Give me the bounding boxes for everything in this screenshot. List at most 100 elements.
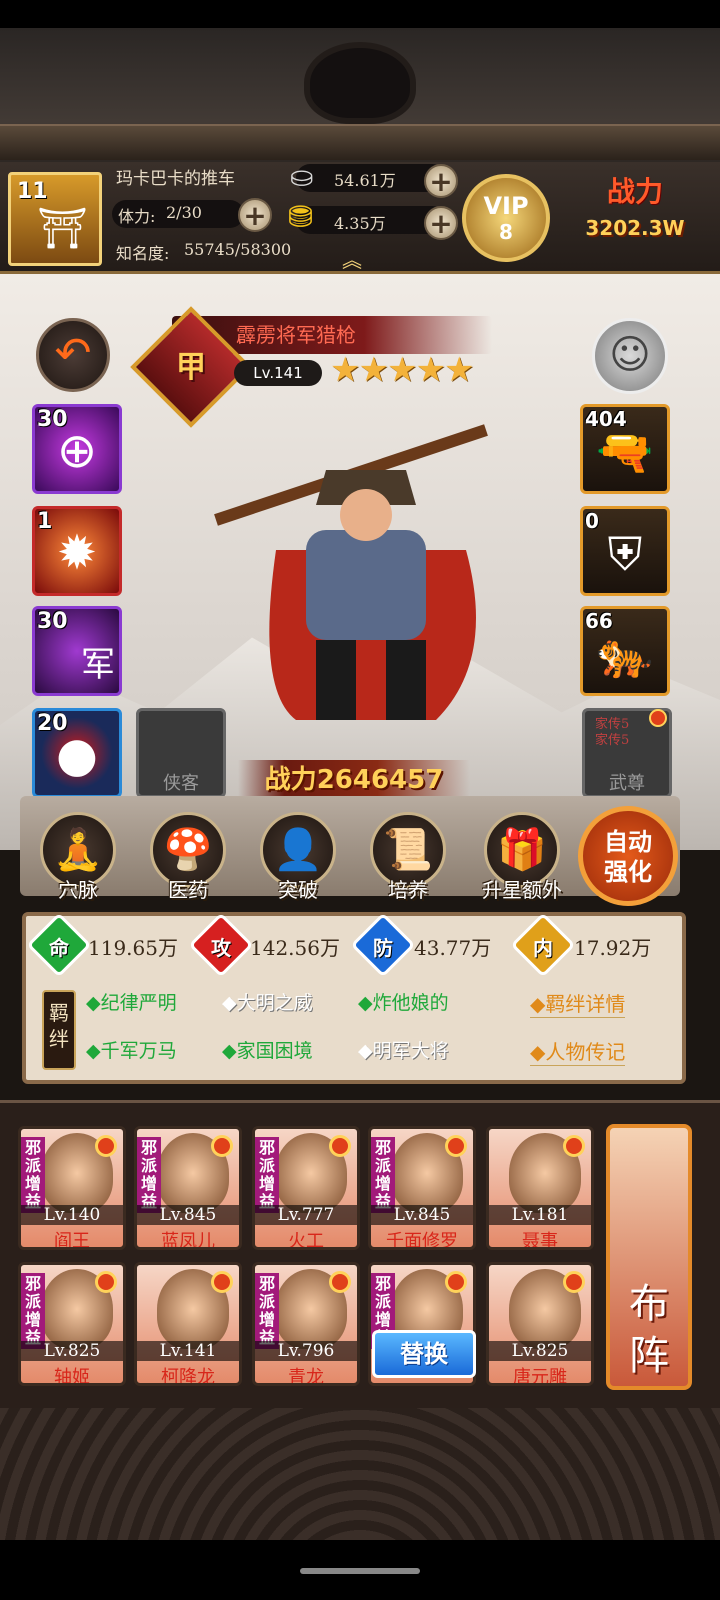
skill-slot-4[interactable]: ● 20: [32, 708, 122, 798]
stat-hp-value: 119.65万: [88, 936, 178, 960]
roster-level: Lv.825: [489, 1341, 591, 1361]
roster-level: Lv.845: [137, 1205, 239, 1225]
equipment-slot-3[interactable]: 🐅 66: [580, 606, 670, 696]
armor-icon: ⛨: [607, 527, 643, 581]
vip-badge[interactable]: VIP 8: [462, 174, 550, 262]
navigation-bar: [0, 1540, 720, 1600]
auto-enhance-line2: 强化: [604, 857, 652, 886]
artifact-hint: 家传5 家传5: [595, 717, 630, 748]
fame-label: 知名度:: [116, 244, 170, 263]
skill-slot-3[interactable]: 军 30: [32, 606, 122, 696]
equipment-slot-2[interactable]: ⛨ 0: [580, 506, 670, 596]
bond-trait: ◆纪律严明: [86, 992, 177, 1014]
star-icon: ★: [330, 350, 361, 390]
roster-name: 唐元雕: [513, 1367, 567, 1386]
equipment-level: 0: [585, 509, 599, 533]
roster-card[interactable]: Lv.181 聂事: [486, 1126, 594, 1250]
hero-rank: 甲: [176, 350, 206, 385]
bond-trait: ◆家国困境: [222, 1040, 313, 1062]
roster-card[interactable]: 邪派增益 Lv.825 轴姬: [18, 1262, 126, 1386]
back-button[interactable]: ↶: [36, 318, 110, 392]
roster-card[interactable]: 邪派增益 Lv.140 阎王: [18, 1126, 126, 1250]
pavilion-icon: ⛩: [37, 206, 88, 252]
roster-name: 火工: [288, 1231, 324, 1250]
add-stamina-button[interactable]: +: [238, 198, 272, 232]
star-icon: ★: [443, 350, 475, 390]
star-icon: ★: [358, 350, 389, 390]
stat-inner-value: 17.92万: [574, 936, 652, 960]
player-name: 玛卡巴卡的推车: [116, 169, 235, 189]
star-up-button[interactable]: 🎁 升星额外: [470, 812, 574, 908]
bond-char-2: 绊: [49, 1027, 69, 1051]
faction-buff-tag: 邪派增益: [137, 1137, 161, 1213]
add-gold-button[interactable]: +: [424, 206, 458, 240]
red-dot-icon: [563, 1271, 585, 1293]
artifact-label: 武尊: [609, 773, 645, 794]
stat-inner-tag: 内: [533, 936, 553, 960]
stat-atk-tag: 攻: [211, 936, 231, 960]
red-dot-icon: [445, 1271, 467, 1293]
faction-buff-tag: 邪派增益: [371, 1137, 395, 1213]
biography-link[interactable]: ◆人物传记: [530, 1036, 626, 1066]
equipment-level: 404: [585, 407, 627, 431]
hero-power-value: 2646457: [316, 765, 444, 795]
roster-level: Lv.140: [21, 1205, 123, 1225]
equipment-slot-1[interactable]: 🔫 404: [580, 404, 670, 494]
expand-chevron-icon[interactable]: ︽: [342, 244, 362, 273]
beast-icon: 🐅: [596, 627, 654, 681]
hero-portrait-button[interactable]: ☺: [592, 318, 668, 394]
roster-name: 阎王: [54, 1231, 90, 1250]
stat-hp-tag: 命: [49, 936, 69, 960]
roster-name: 轴姬: [54, 1367, 90, 1386]
roof-beam: [0, 124, 720, 160]
roster-level: Lv.141: [137, 1341, 239, 1361]
roster-name: 千面修罗: [386, 1231, 458, 1250]
roster-card[interactable]: 邪派增益 Lv.796 青龙: [252, 1262, 360, 1386]
formation-button[interactable]: 布阵: [606, 1124, 692, 1390]
medicine-button[interactable]: 🍄 医药: [140, 812, 236, 908]
gold-ingot-icon: ⛃: [288, 200, 314, 235]
leg-right: [386, 640, 426, 720]
bond-detail-link[interactable]: ◆羁绊详情: [530, 988, 626, 1018]
roster-level: Lv.796: [255, 1341, 357, 1361]
meridian-button[interactable]: 🧘 穴脉: [30, 812, 126, 908]
roster-level: Lv.777: [255, 1205, 357, 1225]
roster-card[interactable]: 邪派增益 Lv.845 蓝凤儿: [134, 1126, 242, 1250]
add-silver-button[interactable]: +: [424, 164, 458, 198]
roster-name: 聂事: [522, 1231, 558, 1250]
roster-name: 蓝凤儿: [161, 1231, 215, 1250]
hero-figure: [214, 424, 488, 720]
skill-slot-2[interactable]: ✹ 1: [32, 506, 122, 596]
auto-enhance-button[interactable]: 自动 强化: [578, 806, 678, 906]
total-power-label: 战力: [606, 175, 663, 208]
bond-trait: ◆大明之威: [222, 992, 313, 1014]
breakthrough-button[interactable]: 👤 突破: [250, 812, 346, 908]
roster-card[interactable]: 邪派增益 Lv.845 千面修罗: [368, 1126, 476, 1250]
auto-enhance-line1: 自动: [604, 827, 652, 856]
star-icon: ★: [386, 350, 418, 390]
bond-trait: ◆千军万马: [86, 1040, 177, 1062]
skill-level: 30: [37, 609, 68, 634]
red-dot-icon: [329, 1271, 351, 1293]
hero-stars: ★★★★★: [330, 350, 475, 390]
bond-badge: 羁绊: [42, 990, 76, 1070]
player-level-badge[interactable]: 11 ⛩: [8, 172, 102, 266]
red-dot-icon: [211, 1135, 233, 1157]
roster-card[interactable]: Lv.141 柯降龙: [134, 1262, 242, 1386]
roster-level: Lv.181: [489, 1205, 591, 1225]
training-button[interactable]: 📜 培养: [360, 812, 456, 908]
roster-card[interactable]: 邪派增益 Lv.777 火工: [252, 1126, 360, 1250]
artifact-slot[interactable]: 家传5 家传5 武尊: [582, 708, 672, 798]
roster-card[interactable]: Lv.825 唐元雕: [486, 1262, 594, 1386]
home-indicator[interactable]: [300, 1568, 420, 1574]
companion-label: 侠客: [163, 773, 199, 794]
hero-power: 战力2646457: [238, 760, 470, 800]
function-label: 医药: [168, 878, 208, 902]
skill-slot-1[interactable]: ⊕ 30: [32, 404, 122, 494]
roster-name: 青龙: [288, 1367, 324, 1386]
function-label: 培养: [388, 878, 428, 902]
function-label: 穴脉: [58, 878, 98, 902]
swap-button[interactable]: 替换: [372, 1330, 476, 1378]
status-bar: [0, 0, 720, 28]
red-dot-icon: [563, 1135, 585, 1157]
